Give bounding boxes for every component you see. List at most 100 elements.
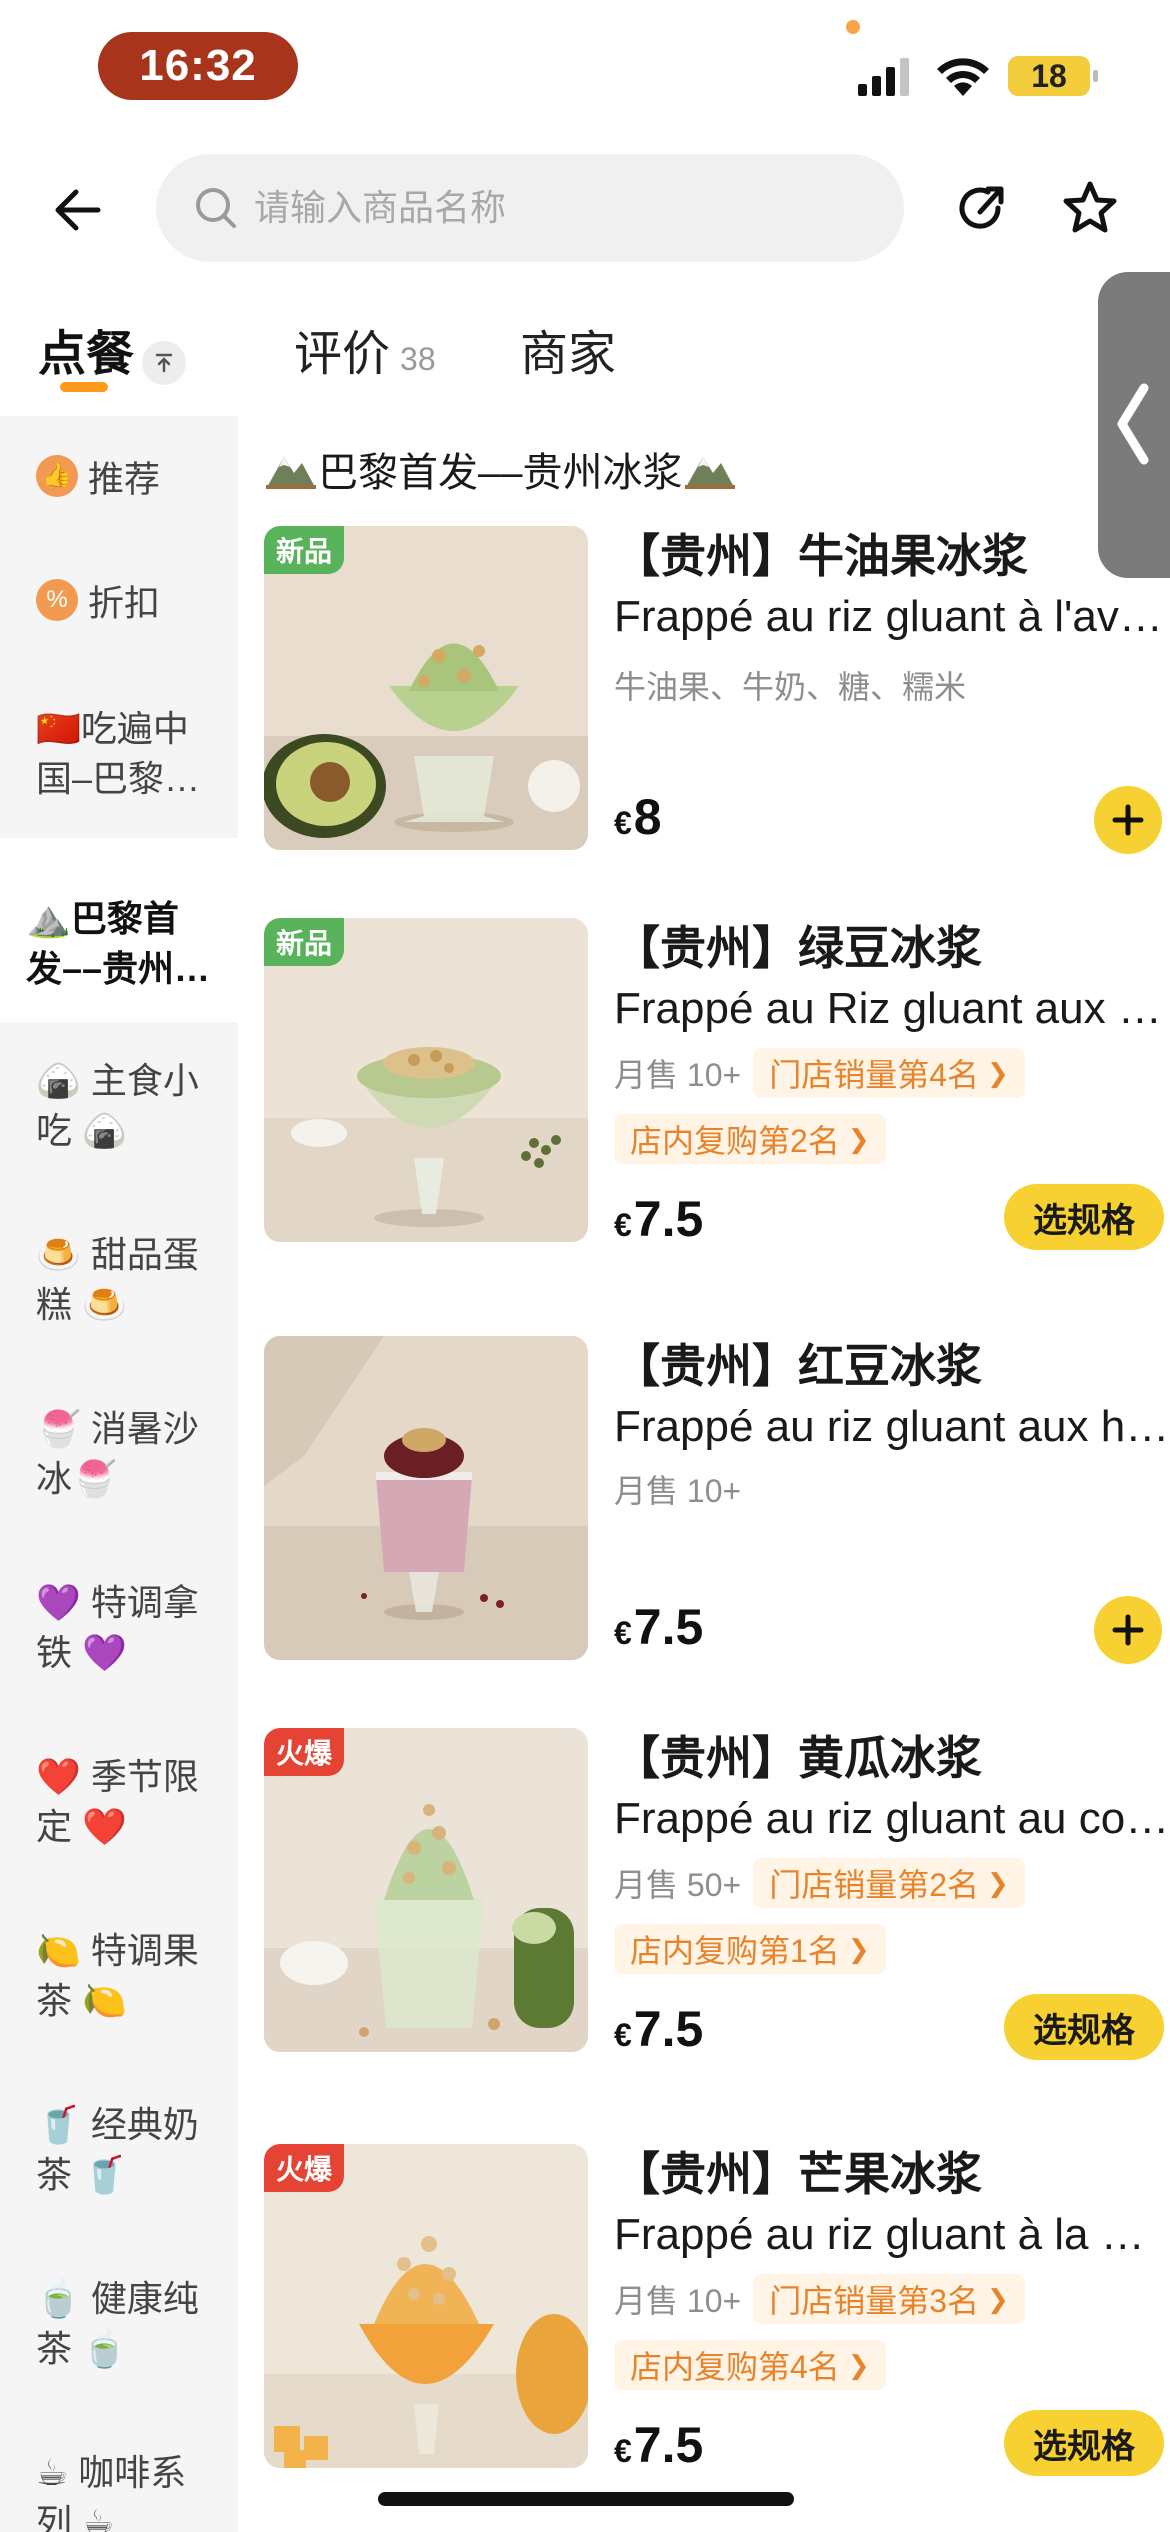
search-input[interactable] [254,187,854,229]
monthly-sales: 月售 10+ [614,1473,742,1509]
sidebar-item-label: 🍧 消暑沙冰🍧 [36,1408,199,1499]
currency-symbol: € [614,1207,632,1243]
sidebar-item-seasonal[interactable]: ❤️ 季节限定 ❤️ [0,1752,238,1852]
product-card[interactable]: 【贵州】红豆冰浆 Frappé au riz gluant aux harico… [264,1336,1170,1666]
product-stats: 月售 50+ 门店销量第2名 ❯ [614,1858,1025,1908]
sidebar-item-label: 折扣 [88,582,161,624]
chevron-right-icon: ❯ [847,1123,870,1154]
currency-symbol: € [614,1615,632,1651]
sidebar-item-latte[interactable]: 💜 特调拿铁 💜 [0,1578,238,1678]
sidebar-item-coffee[interactable]: ☕ 咖啡系列 ☕ [0,2448,238,2532]
cellular-signal-icon [858,58,909,96]
sales-rank-tag[interactable]: 门店销量第4名 ❯ [753,1048,1025,1098]
sidebar-item-snacks[interactable]: 🍙 主食小吃 🍙 [0,1056,238,1156]
product-subtitle: Frappé au riz gluant à la mangue [614,2210,1170,2259]
sidebar-item-pure-tea[interactable]: 🍵 健康纯茶 🍵 [0,2274,238,2374]
tab-order[interactable]: 点餐 [38,314,187,385]
tag-label: 店内复购第1名 [630,1933,840,1969]
favorite-star-icon[interactable] [1060,178,1120,238]
search-bar[interactable] [156,154,904,262]
search-icon [196,188,236,228]
sidebar-item-shaved-ice[interactable]: 🍧 消暑沙冰🍧 [0,1404,238,1504]
tab-order-label: 点餐 [38,328,135,381]
sidebar-item-recommend[interactable]: 👍 推荐 [0,452,238,504]
new-badge: 新品 [264,526,345,574]
tag-label: 门店销量第4名 [769,1057,979,1093]
category-sidebar: 👍 推荐 % 折扣 🇨🇳吃遍中国–巴黎… ⛰️巴黎首发––贵州… 🍙 主食小吃 🍙 … [0,416,238,2532]
tab-reviews[interactable]: 评价 38 [294,314,436,384]
sidebar-item-label: 推荐 [88,458,161,500]
chevron-right-icon: ❯ [987,1057,1009,1088]
product-price: € 7.5 [614,1190,703,1248]
battery-level: 18 [1031,57,1067,94]
plus-icon [1112,804,1144,836]
product-price: € 8 [614,788,662,846]
select-spec-button[interactable]: 选规格 [1004,1184,1164,1250]
sidebar-item-fruit-tea[interactable]: 🍋 特调果茶 🍋 [0,1926,238,2026]
product-image[interactable] [264,1336,588,1660]
product-subtitle: Frappé au Riz gluant aux haricots mungo [614,984,1170,1033]
product-card[interactable]: 火爆 【贵州】黄瓜冰浆 Frappé au riz gluant au conc… [264,1728,1170,2068]
sidebar-item-guizhou-frappe[interactable]: ⛰️巴黎首发––贵州… [0,838,238,1022]
sidebar-item-discount[interactable]: % 折扣 [0,576,238,628]
product-name: 【贵州】牛油果冰浆 [614,530,1028,582]
tag-label: 门店销量第3名 [769,2283,979,2319]
sidebar-item-label: 🍵 健康纯茶 🍵 [36,2278,199,2369]
thumbs-up-icon: 👍 [36,455,78,498]
select-spec-button[interactable]: 选规格 [1004,1994,1164,2060]
product-subtitle: Frappé au riz gluant aux haricots rouges [614,1402,1170,1451]
battery-icon: 18 [1008,56,1098,96]
sidebar-item-milk-tea[interactable]: 🥤 经典奶茶 🥤 [0,2100,238,2200]
product-card[interactable]: 新品 【贵州】绿豆冰浆 Frappé au Riz gluant aux har… [264,918,1170,1258]
sidebar-item-label: 🍙 主食小吃 🍙 [36,1060,199,1151]
monthly-sales: 月售 50+ [614,1867,742,1903]
product-price: € 7.5 [614,2416,703,2474]
sales-rank-tag[interactable]: 门店销量第2名 ❯ [753,1858,1025,1908]
sales-rank-tag[interactable]: 门店销量第3名 ❯ [753,2274,1025,2324]
product-subtitle: Frappé au riz gluant au concombre [614,1794,1170,1843]
repurchase-rank-tag[interactable]: 店内复购第2名 ❯ [614,1114,886,1164]
tab-merchant[interactable]: 商家 [520,314,616,384]
chevron-right-icon: ❯ [987,2283,1009,2314]
back-arrow-icon[interactable] [48,180,108,240]
tag-label: 门店销量第2名 [769,1867,979,1903]
repurchase-rank-tag[interactable]: 店内复购第1名 ❯ [614,1924,886,1974]
sidebar-item-desserts[interactable]: 🍮 甜品蛋糕 🍮 [0,1230,238,1330]
product-stats: 月售 10+ [614,1466,741,1512]
product-name: 【贵州】红豆冰浆 [614,1340,982,1392]
privacy-indicator-dot [846,20,860,34]
tab-merchant-label: 商家 [520,328,617,381]
repurchase-rank-tag[interactable]: 店内复购第4名 ❯ [614,2340,886,2390]
sidebar-item-label: ❤️ 季节限定 ❤️ [36,1756,199,1847]
add-to-cart-button[interactable] [1094,786,1162,854]
product-stats: 月售 10+ 门店销量第4名 ❯ [614,1048,1025,1098]
sidebar-item-label: 🍋 特调果茶 🍋 [36,1930,199,2021]
sidebar-item-label: 🇨🇳吃遍中国–巴黎… [36,708,201,799]
tag-row: 店内复购第4名 ❯ [614,2340,886,2390]
tab-bar: 点餐 评价 38 商家 [0,300,1170,410]
product-list: 巴黎首发––贵州冰浆 新品 【贵州】牛油果冰浆 Frappé au riz gl… [238,416,1170,2532]
product-image[interactable]: 新品 [264,526,588,850]
product-card[interactable]: 火爆 【贵州】芒果冰浆 Frappé au riz gluant à la ma… [264,2144,1170,2484]
monthly-sales: 月售 10+ [614,1057,742,1093]
product-subtitle: Frappé au riz gluant à l'avocat [614,592,1170,641]
product-description: 牛油果、牛奶、糖、糯米 [614,669,967,705]
price-value: 7.5 [633,2417,704,2473]
price-value: 7.5 [633,1599,704,1655]
sidebar-item-china-tour[interactable]: 🇨🇳吃遍中国–巴黎… [0,704,238,804]
product-image[interactable]: 新品 [264,918,588,1242]
home-indicator[interactable] [378,2492,794,2506]
mango-frappe-image [264,2144,588,2468]
add-to-cart-button[interactable] [1094,1596,1162,1664]
price-value: 8 [633,789,662,845]
product-image[interactable]: 火爆 [264,2144,588,2468]
avocado-frappe-image [264,526,588,850]
tag-label: 店内复购第2名 [630,1123,840,1159]
product-image[interactable]: 火爆 [264,1728,588,2052]
collapse-up-icon[interactable] [142,341,187,385]
product-card[interactable]: 新品 【贵州】牛油果冰浆 Frappé au riz gluant à l'av… [264,526,1170,856]
status-bar: 16:32 18 [0,0,1170,140]
select-spec-button[interactable]: 选规格 [1004,2410,1164,2476]
share-icon[interactable] [952,180,1012,240]
mung-bean-frappe-image [264,918,588,1242]
